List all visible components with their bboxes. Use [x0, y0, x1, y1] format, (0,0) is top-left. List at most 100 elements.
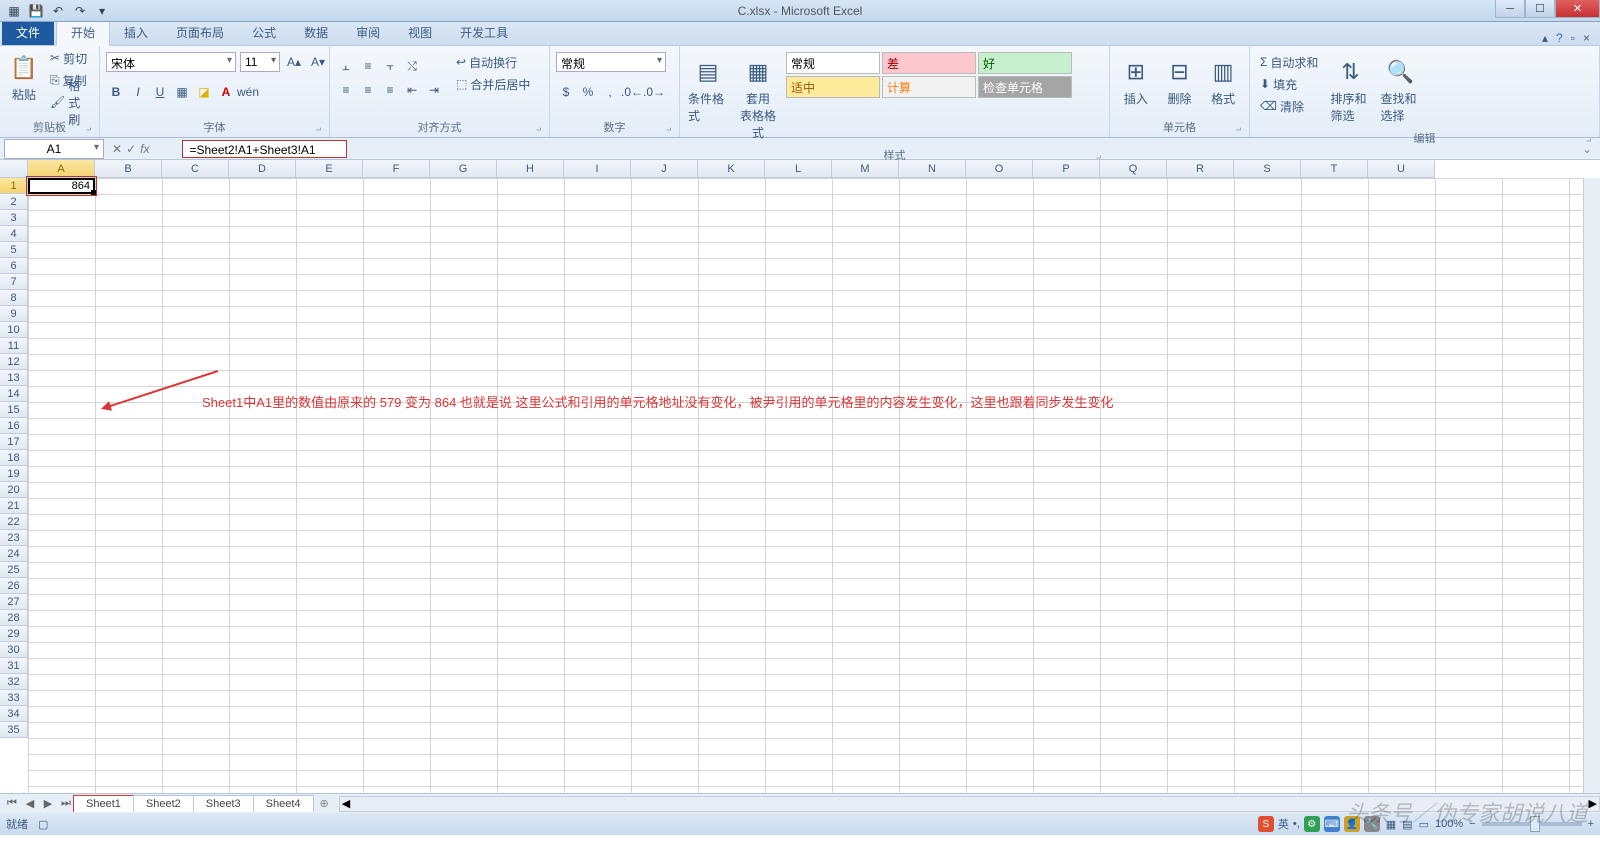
- comma-icon[interactable]: ,: [600, 82, 620, 102]
- row-header-31[interactable]: 31: [0, 658, 28, 674]
- currency-icon[interactable]: $: [556, 82, 576, 102]
- row-header-33[interactable]: 33: [0, 690, 28, 706]
- fill-color-button[interactable]: ◪: [194, 82, 214, 102]
- ime-lang[interactable]: 英: [1278, 816, 1289, 832]
- style-cell-适中[interactable]: 适中: [786, 76, 880, 98]
- indent-inc-icon[interactable]: ⇥: [424, 80, 444, 100]
- merge-center-button[interactable]: ⬚合并后居中: [452, 74, 534, 94]
- table-format-button[interactable]: ▦套用 表格格式: [736, 52, 780, 145]
- find-select-button[interactable]: 🔍查找和选择: [1378, 52, 1422, 128]
- row-header-12[interactable]: 12: [0, 354, 28, 370]
- row-header-6[interactable]: 6: [0, 258, 28, 274]
- column-header-Q[interactable]: Q: [1100, 160, 1167, 178]
- sheet-tab-Sheet1[interactable]: Sheet1: [73, 795, 134, 812]
- tab-data[interactable]: 数据: [290, 20, 342, 45]
- row-header-20[interactable]: 20: [0, 482, 28, 498]
- align-middle-icon[interactable]: ≡: [358, 56, 378, 76]
- row-header-18[interactable]: 18: [0, 450, 28, 466]
- font-color-button[interactable]: A: [216, 82, 236, 102]
- row-header-5[interactable]: 5: [0, 242, 28, 258]
- redo-icon[interactable]: ↷: [70, 2, 90, 20]
- sheet-tab-Sheet2[interactable]: Sheet2: [133, 795, 194, 812]
- row-header-26[interactable]: 26: [0, 578, 28, 594]
- row-header-13[interactable]: 13: [0, 370, 28, 386]
- format-painter-button[interactable]: 🖌格式刷: [46, 92, 93, 112]
- tab-home[interactable]: 开始: [56, 19, 110, 46]
- number-format-combo[interactable]: 常规: [556, 52, 666, 72]
- format-cells-button[interactable]: ▥格式: [1203, 52, 1243, 111]
- row-header-3[interactable]: 3: [0, 210, 28, 226]
- tab-nav-prev-icon[interactable]: ◀: [22, 797, 38, 810]
- align-bottom-icon[interactable]: ⫟: [380, 56, 400, 76]
- underline-button[interactable]: U: [150, 82, 170, 102]
- row-header-15[interactable]: 15: [0, 402, 28, 418]
- selected-cell-a1[interactable]: 864: [28, 178, 95, 194]
- ime-punct-icon[interactable]: •,: [1293, 818, 1300, 830]
- column-header-N[interactable]: N: [899, 160, 966, 178]
- style-cell-检查单元格[interactable]: 检查单元格: [978, 76, 1072, 98]
- italic-button[interactable]: I: [128, 82, 148, 102]
- column-header-M[interactable]: M: [832, 160, 899, 178]
- column-header-C[interactable]: C: [162, 160, 229, 178]
- qat-more-icon[interactable]: ▾: [92, 2, 112, 20]
- inc-decimal-icon[interactable]: .0←: [622, 82, 642, 102]
- row-header-9[interactable]: 9: [0, 306, 28, 322]
- column-header-P[interactable]: P: [1033, 160, 1100, 178]
- row-header-34[interactable]: 34: [0, 706, 28, 722]
- row-header-30[interactable]: 30: [0, 642, 28, 658]
- row-header-25[interactable]: 25: [0, 562, 28, 578]
- row-header-14[interactable]: 14: [0, 386, 28, 402]
- cell-grid[interactable]: 864: [28, 178, 1582, 793]
- row-header-22[interactable]: 22: [0, 514, 28, 530]
- column-header-T[interactable]: T: [1301, 160, 1368, 178]
- grow-font-icon[interactable]: A▴: [284, 52, 304, 72]
- undo-icon[interactable]: ↶: [48, 2, 68, 20]
- row-header-28[interactable]: 28: [0, 610, 28, 626]
- formula-input[interactable]: =Sheet2!A1+Sheet3!A1: [182, 140, 347, 158]
- bold-button[interactable]: B: [106, 82, 126, 102]
- row-header-4[interactable]: 4: [0, 226, 28, 242]
- help-icon[interactable]: ?: [1556, 31, 1563, 45]
- row-header-35[interactable]: 35: [0, 722, 28, 738]
- dec-decimal-icon[interactable]: .0→: [644, 82, 664, 102]
- tab-nav-next-icon[interactable]: ▶: [40, 797, 56, 810]
- row-header-7[interactable]: 7: [0, 274, 28, 290]
- tab-nav-first-icon[interactable]: ⏮: [4, 797, 20, 810]
- sort-filter-button[interactable]: ⇅排序和筛选: [1328, 52, 1372, 128]
- insert-cells-button[interactable]: ⊞插入: [1116, 52, 1156, 111]
- align-left-icon[interactable]: ≡: [336, 80, 356, 100]
- paste-button[interactable]: 📋 粘贴: [6, 48, 42, 107]
- tray-keyboard-icon[interactable]: ⌨: [1324, 816, 1340, 832]
- tab-dev[interactable]: 开发工具: [446, 20, 522, 45]
- tab-review[interactable]: 审阅: [342, 20, 394, 45]
- column-header-H[interactable]: H: [497, 160, 564, 178]
- conditional-format-button[interactable]: ▤条件格式: [686, 52, 730, 128]
- vertical-scrollbar[interactable]: [1583, 178, 1600, 793]
- autosum-button[interactable]: Σ自动求和: [1256, 52, 1322, 72]
- window-close-icon[interactable]: ×: [1583, 31, 1590, 45]
- row-header-8[interactable]: 8: [0, 290, 28, 306]
- minimize-ribbon-icon[interactable]: ▴: [1542, 31, 1548, 45]
- cancel-formula-icon[interactable]: ✕: [112, 142, 122, 156]
- align-right-icon[interactable]: ≡: [380, 80, 400, 100]
- column-header-I[interactable]: I: [564, 160, 631, 178]
- row-header-29[interactable]: 29: [0, 626, 28, 642]
- tab-insert[interactable]: 插入: [110, 20, 162, 45]
- orientation-icon[interactable]: ⤭: [402, 56, 422, 76]
- maximize-button[interactable]: ☐: [1525, 0, 1555, 18]
- column-header-G[interactable]: G: [430, 160, 497, 178]
- sheet-tab-Sheet4[interactable]: Sheet4: [253, 795, 314, 812]
- phonetic-button[interactable]: wén: [238, 82, 258, 102]
- row-header-21[interactable]: 21: [0, 498, 28, 514]
- row-header-23[interactable]: 23: [0, 530, 28, 546]
- enter-formula-icon[interactable]: ✓: [126, 142, 136, 156]
- clear-button[interactable]: ⌫清除: [1256, 96, 1322, 116]
- row-header-32[interactable]: 32: [0, 674, 28, 690]
- column-header-U[interactable]: U: [1368, 160, 1435, 178]
- new-sheet-icon[interactable]: ⊕: [320, 797, 329, 810]
- column-header-A[interactable]: A: [28, 160, 95, 178]
- column-header-K[interactable]: K: [698, 160, 765, 178]
- row-header-16[interactable]: 16: [0, 418, 28, 434]
- sheet-tab-Sheet3[interactable]: Sheet3: [193, 795, 254, 812]
- zoom-in-icon[interactable]: +: [1588, 818, 1594, 830]
